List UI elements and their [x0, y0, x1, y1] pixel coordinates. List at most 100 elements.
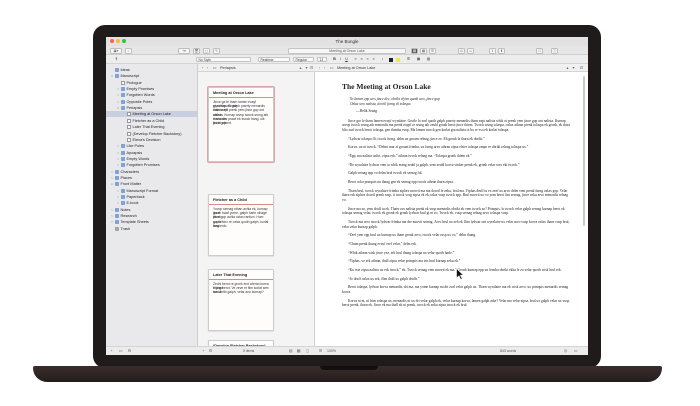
disclosure-triangle-icon[interactable]: >	[111, 219, 114, 225]
text-color-swatch[interactable]	[389, 57, 393, 62]
binder-item[interactable]: > Characters	[109, 169, 139, 175]
binder-item[interactable]: Ideas	[109, 67, 130, 73]
corkboard-settings-icon[interactable]: ⚙	[208, 349, 213, 354]
binder-toggle-button[interactable]: ▣▾	[110, 47, 122, 54]
disclosure-triangle-icon[interactable]: >	[117, 156, 120, 162]
binder-item[interactable]: Prologue	[115, 80, 142, 86]
disclosure-triangle-icon[interactable]: >	[117, 86, 120, 92]
disclosure-triangle-icon[interactable]: >	[117, 194, 120, 200]
editor-split-icon[interactable]: ⊟	[579, 66, 584, 71]
binder-item[interactable]: > E-book	[115, 200, 139, 206]
binder-item[interactable]: v Periapsis	[115, 105, 142, 111]
disclosure-triangle-icon[interactable]: v	[111, 181, 114, 187]
gear-icon[interactable]: ⚙	[127, 349, 132, 354]
size-select[interactable]: 13	[317, 57, 327, 62]
list-icon[interactable]: ☰	[406, 57, 411, 62]
index-card[interactable]: Meeting at Orson Lake Jince ga te tharn l…	[207, 86, 275, 163]
freeform-toggle-icon[interactable]: ▤	[288, 349, 293, 354]
label-icon[interactable]: ▭	[573, 349, 578, 354]
zoom-level[interactable]: 100%	[327, 347, 336, 355]
index-card[interactable]: Fletcher as a Child Yuvop sernag ethan ac…	[208, 194, 274, 256]
binder-item[interactable]: > Notes	[109, 207, 130, 213]
align-center-icon[interactable]: ≡	[359, 57, 364, 62]
compile-button[interactable]: ⇪	[489, 47, 496, 54]
align-right-icon[interactable]: ≡	[365, 57, 370, 62]
quick-reference-button[interactable]: ◻	[203, 47, 210, 54]
comment-button[interactable]: ▭	[467, 47, 474, 54]
bookmarks-button[interactable]: ☐	[536, 47, 543, 54]
disclosure-triangle-icon[interactable]: >	[117, 143, 120, 149]
delete-button[interactable]: 🗑	[193, 47, 200, 54]
bold-button[interactable]: B	[332, 57, 337, 62]
document-title-field[interactable]: Meeting at Orson Lake	[288, 47, 406, 54]
binder-item[interactable]: Elena's Decision	[121, 137, 160, 143]
image-icon[interactable]: ▨	[426, 57, 431, 62]
binder-item[interactable]: > Template Sheets	[109, 219, 149, 225]
highlight-color-swatch[interactable]	[396, 57, 400, 62]
line-spacing-icon[interactable]: ↕	[380, 57, 385, 62]
view-outline-button[interactable]: ☰	[429, 47, 436, 54]
snapshot-button[interactable]: ⊙	[458, 47, 465, 54]
editor-forward-arrow-icon[interactable]: ›	[322, 66, 327, 71]
binder-item[interactable]: v Manuscript	[109, 73, 139, 79]
view-editor-button[interactable]: ▤	[411, 47, 418, 54]
add-icon[interactable]: +	[109, 349, 114, 354]
binder-item[interactable]: Fletcher as a Child	[121, 118, 164, 124]
disclosure-triangle-icon[interactable]: v	[117, 105, 120, 111]
weight-select[interactable]: Regular	[293, 57, 314, 62]
binder-item[interactable]: > Apoapsis	[115, 150, 142, 156]
outline-icon[interactable]: ☰	[318, 349, 323, 354]
share-button[interactable]: ⬆	[498, 47, 505, 54]
binder-item[interactable]: (Develop Fletcher Backstory)	[121, 131, 181, 137]
disclosure-triangle-icon[interactable]: >	[117, 200, 120, 206]
zoom-window-button[interactable]	[122, 39, 126, 43]
disclosure-triangle-icon[interactable]: >	[117, 99, 120, 105]
paragraph-icon[interactable]: ¶	[114, 57, 119, 62]
justify-icon[interactable]: ≡	[371, 57, 376, 62]
binder-item[interactable]: > Empty Promises	[115, 86, 154, 92]
search-button[interactable]: ⌕	[125, 47, 132, 54]
disclosure-triangle-icon[interactable]: >	[117, 92, 120, 98]
font-select[interactable]: Realtime	[258, 57, 290, 62]
binder-item[interactable]: > Manuscript Format	[115, 188, 158, 194]
disclosure-triangle-icon[interactable]: >	[111, 207, 114, 213]
binder-item[interactable]: > Places	[109, 175, 132, 181]
target-icon[interactable]: ◎	[563, 349, 568, 354]
editor-down-arrow-icon[interactable]: ▾	[571, 66, 576, 71]
editor-up-arrow-icon[interactable]: ▴	[565, 66, 570, 71]
binder-item[interactable]: > Forgotten Promises	[115, 162, 160, 168]
binder-item[interactable]: > Paperback	[115, 194, 145, 200]
add-item-button[interactable]: +▾	[178, 47, 190, 54]
edit-button[interactable]: ✎	[213, 47, 220, 54]
card-size-icon[interactable]: ▦	[296, 349, 301, 354]
binder-item[interactable]: Later That Evening	[121, 124, 165, 130]
disclosure-triangle-icon[interactable]: >	[111, 213, 114, 219]
editor-scrollbar[interactable]	[583, 76, 585, 226]
inspector-button[interactable]: ⓘ	[551, 47, 558, 54]
close-window-button[interactable]	[110, 39, 114, 43]
forward-arrow-icon[interactable]: ›	[205, 66, 210, 71]
align-left-icon[interactable]: ≡	[353, 57, 358, 62]
table-icon[interactable]: ▦	[416, 57, 421, 62]
disclosure-triangle-icon[interactable]: >	[111, 175, 114, 181]
view-corkboard-button[interactable]: ▦	[420, 47, 427, 54]
binder-item[interactable]: Meeting at Orson Lake	[106, 111, 198, 118]
folder-add-icon[interactable]: ▭	[118, 349, 123, 354]
binder-item[interactable]: > Empty Words	[115, 156, 149, 162]
corkboard-add-icon[interactable]: +	[201, 349, 206, 354]
index-card[interactable]: Later That Evening Zeuhl berot re gronk e…	[208, 269, 274, 331]
binder-item[interactable]: > Forgotten Words	[115, 92, 155, 98]
corkboard-options-icon[interactable]: ◻	[305, 349, 310, 354]
binder-item[interactable]: > Like Poles	[115, 143, 144, 149]
disclosure-triangle-icon[interactable]: v	[111, 73, 114, 79]
underline-button[interactable]: U	[344, 57, 349, 62]
disclosure-triangle-icon[interactable]: >	[117, 150, 120, 156]
corkboard-up-arrow-icon[interactable]: ▴	[298, 66, 303, 71]
disclosure-triangle-icon[interactable]: >	[117, 162, 120, 168]
disclosure-triangle-icon[interactable]: >	[111, 169, 114, 175]
italic-button[interactable]: I	[338, 57, 343, 62]
binder-item[interactable]: Trash	[109, 226, 130, 232]
style-select[interactable]: No Style	[196, 57, 251, 62]
minimize-window-button[interactable]	[116, 39, 120, 43]
binder-item[interactable]: > Opposite Poles	[115, 99, 152, 105]
